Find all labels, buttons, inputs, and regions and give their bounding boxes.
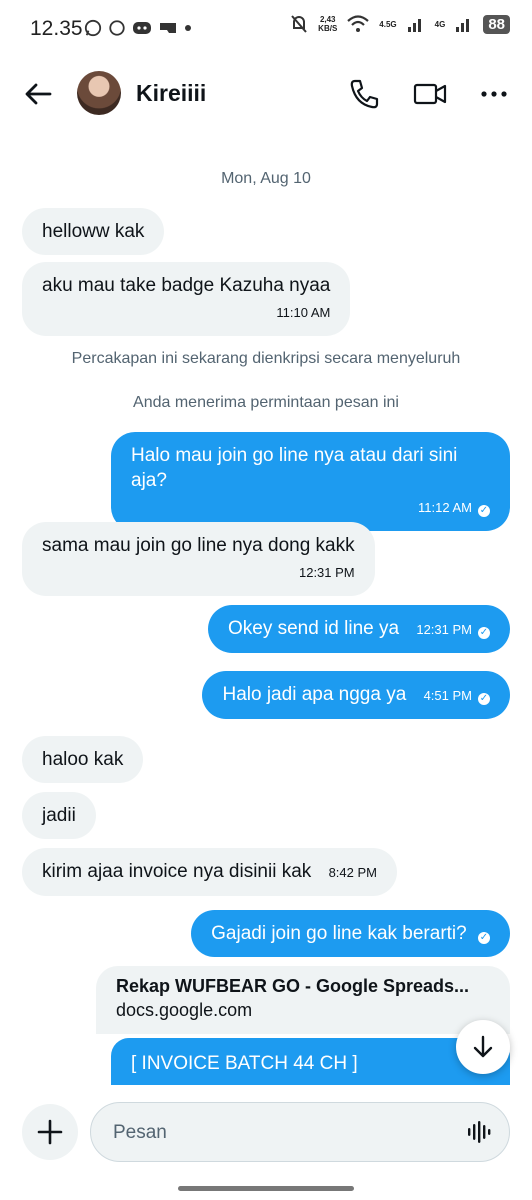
network-4g-label: 4G [434,19,446,29]
message-text: haloo kak [42,749,124,770]
message-text: kirim ajaa invoice nya disinii kak [42,861,312,882]
arrow-down-icon [473,1035,493,1058]
mute-bell-icon [291,15,307,33]
sent-check-icon: ✓ [478,627,490,639]
contact-name[interactable]: Kireiiii [136,80,206,107]
battery-level: 88 [483,14,510,34]
message-composer [0,1098,532,1168]
system-icons: 2,43 KB/S 4.5G 4G 88 [290,14,510,34]
message-input[interactable] [111,1117,455,1149]
message-list[interactable]: Mon, Aug 10 helloww kak aku mau take bad… [0,130,532,1085]
wifi-icon [347,15,370,32]
message-time: 12:31 PM [298,565,355,580]
back-arrow-icon[interactable] [20,76,56,112]
video-call-icon[interactable] [412,76,448,112]
message-incoming[interactable]: helloww kak [22,208,165,255]
discord-icon [133,22,151,34]
chat-bubble-icon [109,20,125,36]
message-input-container [90,1102,510,1162]
request-notice: Anda menerima permintaan pesan ini [133,394,399,411]
message-meta: 12:31 PM ✓ [416,617,490,642]
message-outgoing[interactable]: Halo jadi apa ngga ya 4:51 PM ✓ [202,671,510,719]
network-speed: 2,43 KB/S [318,15,338,33]
sent-check-icon: ✓ [478,505,490,517]
message-text: Halo mau join go line nya atau dari sini… [131,445,458,491]
network-4-5g-label: 4.5G [379,19,397,29]
message-outgoing[interactable]: [ INVOICE BATCH 44 CH ] [111,1038,510,1085]
link-domain: docs.google.com [116,1000,253,1020]
conversation-header: Kireiiii [0,60,532,128]
message-text: sama mau join go line nya dong kakk [42,535,355,556]
contact-avatar[interactable] [77,71,121,115]
link-title: Rekap WUFBEAR GO - Google Spreads... [116,976,470,996]
signal-icon [407,19,421,32]
message-outgoing[interactable]: Okey send id line ya 12:31 PM ✓ [207,605,510,653]
date-divider: Mon, Aug 10 [221,170,311,187]
more-notifications-dot-icon [185,25,191,31]
message-time: 8:42 PM [328,865,377,880]
sent-check-icon: ✓ [478,932,490,944]
message-time: 11:12 AM [418,500,472,515]
whatsapp-icon [84,19,102,37]
message-text: Okey send id line ya [227,618,400,639]
phone-call-icon[interactable] [346,76,382,112]
message-text: Gajadi join go line kak berarti? [211,923,467,944]
sent-check-icon: ✓ [478,693,490,705]
message-text: jadii [42,805,76,826]
more-options-icon[interactable] [476,76,512,112]
message-text: Halo jadi apa ngga ya [222,684,407,705]
message-incoming[interactable]: jadii [22,792,96,839]
message-incoming[interactable]: sama mau join go line nya dong kakk 12:3… [22,522,375,596]
message-meta: 4:51 PM ✓ [424,683,490,708]
message-outgoing[interactable]: Gajadi join go line kak berarti? ✓ [191,910,510,957]
message-text: [ INVOICE BATCH 44 CH ] [131,1053,358,1074]
status-bar: 12.35 2,43 KB/S 4.5G 4G 88 [0,0,532,60]
encryption-notice: Percakapan ini sekarang dienkripsi secar… [71,350,461,367]
message-text: aku mau take badge Kazuha nyaa [42,275,331,296]
message-time: 12:31 PM [416,622,472,637]
notification-icons [84,19,192,37]
message-time: 11:10 AM [276,305,331,320]
message-incoming[interactable]: haloo kak [22,736,144,783]
gesture-home-bar[interactable] [178,1186,354,1191]
game-icon [160,23,176,33]
message-incoming[interactable]: aku mau take badge Kazuha nyaa 11:10 AM [22,262,351,336]
message-text: helloww kak [42,221,145,242]
voice-message-icon[interactable] [467,1119,493,1145]
message-time: 4:51 PM [423,688,472,703]
scroll-to-bottom-button[interactable] [456,1020,510,1074]
status-time: 12.35 [30,17,83,40]
plus-icon [37,1119,63,1145]
signal-icon-2 [456,19,470,32]
message-meta: 11:12 AM ✓ [131,495,490,520]
message-outgoing[interactable]: Halo mau join go line nya atau dari sini… [111,432,510,531]
link-preview-card[interactable]: Rekap WUFBEAR GO - Google Spreads... doc… [96,966,510,1034]
add-attachment-button[interactable] [22,1104,78,1160]
message-incoming[interactable]: kirim ajaa invoice nya disinii kak 8:42 … [22,848,397,896]
